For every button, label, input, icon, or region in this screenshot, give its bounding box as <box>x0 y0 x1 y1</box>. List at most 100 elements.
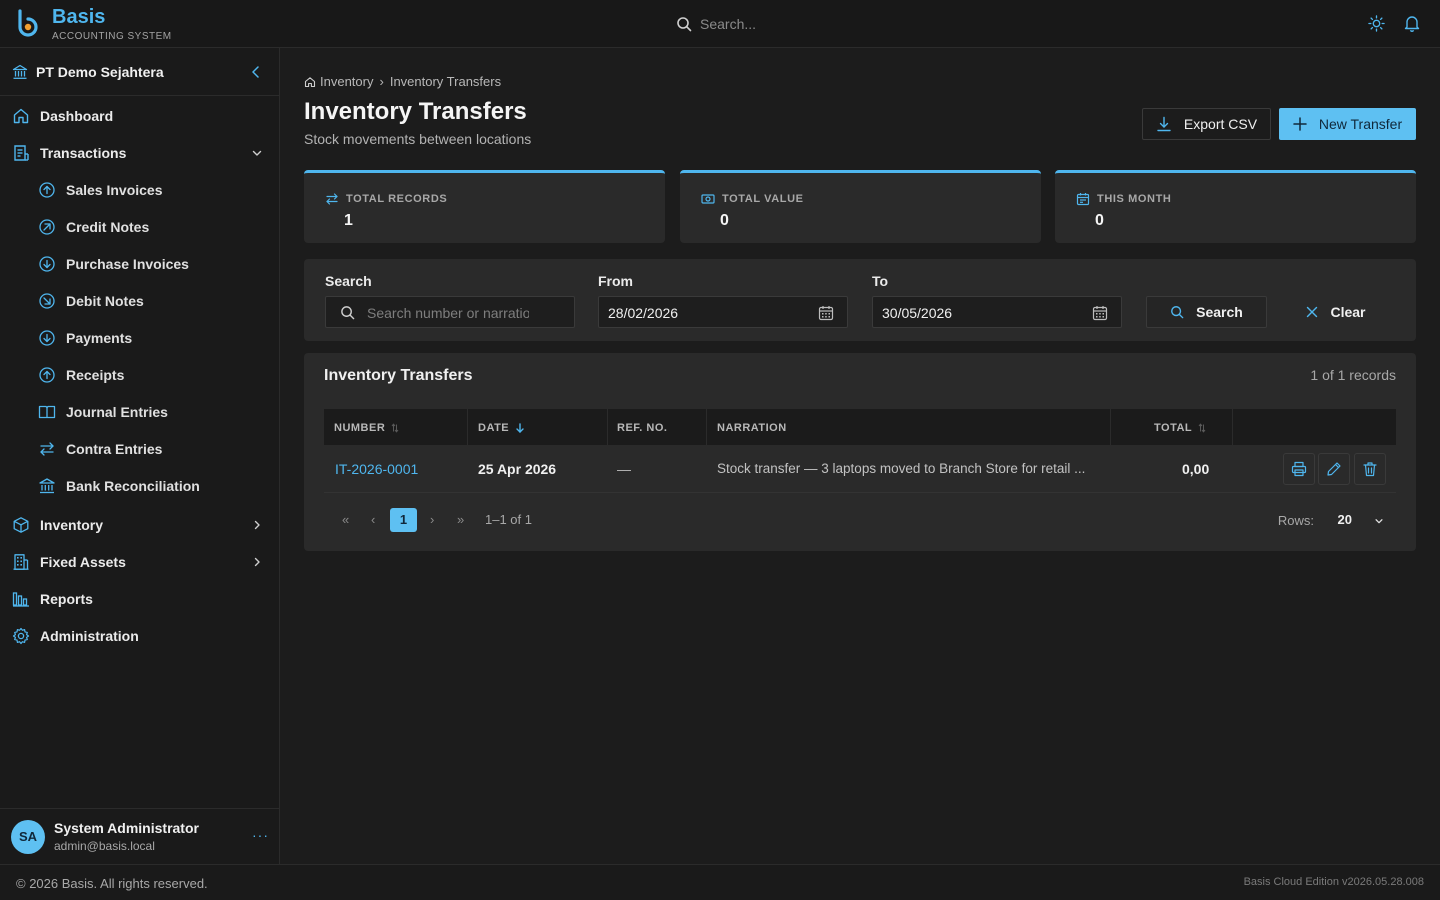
stat-card-total-value: TOTAL VALUE 0 <box>680 170 1041 243</box>
stat-label: TOTAL VALUE <box>722 193 804 205</box>
table-row[interactable]: IT-2026-0001 25 Apr 2026 — Stock transfe… <box>324 445 1396 493</box>
version: Basis Cloud Edition v2026.05.28.008 <box>1243 876 1424 888</box>
table-header: NUMBER DATE REF. NO. NARRATION TOTAL <box>324 409 1396 445</box>
sidebar-item-administration[interactable]: Administration <box>0 619 279 653</box>
sun-icon[interactable] <box>1368 15 1385 32</box>
user-profile[interactable]: SA System Administrator admin@basis.loca… <box>0 808 279 864</box>
column-header-label: DATE <box>478 422 510 434</box>
search-icon <box>676 16 692 32</box>
sidebar-item-debit-notes[interactable]: Debit Notes <box>0 284 279 318</box>
sidebar-item-credit-notes[interactable]: Credit Notes <box>0 210 279 244</box>
sidebar-item-payments[interactable]: Payments <box>0 321 279 355</box>
sidebar-item-label: Payments <box>66 330 133 346</box>
plus-icon <box>1293 117 1307 131</box>
new-transfer-button[interactable]: New Transfer <box>1279 108 1416 140</box>
page-button-1[interactable]: 1 <box>390 508 417 532</box>
column-header-label: REF. NO. <box>617 422 668 434</box>
sidebar-item-label: Purchase Invoices <box>66 256 189 272</box>
sidebar-item-inventory[interactable]: Inventory <box>0 508 279 542</box>
bell-icon[interactable] <box>1404 15 1420 32</box>
search-filter-input[interactable] <box>367 303 529 323</box>
edit-button[interactable] <box>1318 453 1350 485</box>
column-header-label: TOTAL <box>1154 422 1193 434</box>
home-icon <box>12 107 30 125</box>
from-date-field[interactable] <box>598 296 848 328</box>
sidebar-item-label: Journal Entries <box>66 404 168 420</box>
sidebar-item-purchase-invoices[interactable]: Purchase Invoices <box>0 247 279 281</box>
sidebar-item-transactions[interactable]: Transactions <box>0 136 279 170</box>
global-search-input[interactable] <box>700 12 1060 36</box>
sort-icon <box>1198 423 1206 433</box>
page-subtitle: Stock movements between locations <box>304 131 532 147</box>
transfer-total: 0,00 <box>1182 461 1210 477</box>
to-date-label: To <box>872 273 889 289</box>
sidebar-item-label: Inventory <box>40 517 104 533</box>
to-date-field[interactable] <box>872 296 1122 328</box>
delete-button[interactable] <box>1354 453 1386 485</box>
circle-arrow-up-icon <box>38 181 56 199</box>
column-header-total[interactable]: TOTAL <box>1154 422 1206 434</box>
search-filter-field[interactable] <box>325 296 575 328</box>
more-options-icon[interactable]: ··· <box>252 827 269 843</box>
page-title: Inventory Transfers <box>304 98 527 125</box>
calendar-icon[interactable] <box>818 305 834 321</box>
sidebar-item-label: Sales Invoices <box>66 182 163 198</box>
stat-card-this-month: THIS MONTH 0 <box>1055 170 1416 243</box>
prev-page-button[interactable]: ‹ <box>371 512 375 527</box>
export-csv-button[interactable]: Export CSV <box>1142 108 1271 140</box>
sidebar-item-journal-entries[interactable]: Journal Entries <box>0 395 279 429</box>
logo-icon[interactable] <box>16 9 40 37</box>
search-button-label: Search <box>1196 304 1243 320</box>
chevron-right-icon <box>251 519 263 531</box>
copyright: © 2026 Basis. All rights reserved. <box>16 876 208 891</box>
calendar-icon <box>1076 192 1090 206</box>
print-button[interactable] <box>1283 453 1315 485</box>
page-range: 1–1 of 1 <box>485 512 532 527</box>
search-icon <box>1170 305 1184 319</box>
download-icon <box>1156 116 1172 132</box>
sidebar-item-bank-reconciliation[interactable]: Bank Reconciliation <box>0 469 279 503</box>
first-page-button[interactable]: « <box>342 512 349 527</box>
breadcrumb-parent[interactable]: Inventory <box>320 74 373 89</box>
last-page-button[interactable]: » <box>457 512 464 527</box>
sidebar-item-sales-invoices[interactable]: Sales Invoices <box>0 173 279 207</box>
sidebar-item-label: Bank Reconciliation <box>66 478 200 494</box>
search-button[interactable]: Search <box>1146 296 1267 328</box>
transfer-narration: Stock transfer — 3 laptops moved to Bran… <box>717 461 1086 476</box>
close-icon <box>1306 306 1318 318</box>
sidebar-item-dashboard[interactable]: Dashboard <box>0 99 279 133</box>
sidebar-item-reports[interactable]: Reports <box>0 582 279 616</box>
stat-value: 0 <box>1095 212 1104 229</box>
sidebar-item-fixed-assets[interactable]: Fixed Assets <box>0 545 279 579</box>
column-header-number[interactable]: NUMBER <box>334 422 399 434</box>
stat-card-total-records: TOTAL RECORDS 1 <box>304 170 665 243</box>
chevron-down-icon <box>251 147 263 159</box>
home-icon[interactable] <box>304 76 316 88</box>
column-header-narration: NARRATION <box>717 422 787 434</box>
top-bar: Basis ACCOUNTING SYSTEM <box>0 0 1440 48</box>
sidebar-item-contra-entries[interactable]: Contra Entries <box>0 432 279 466</box>
chevron-down-icon[interactable] <box>1374 516 1384 526</box>
next-page-button[interactable]: › <box>430 512 434 527</box>
filter-panel: Search From To Search Clear <box>304 259 1416 341</box>
from-date-input[interactable] <box>608 303 808 323</box>
rows-per-page-select[interactable]: 20 <box>1338 512 1352 527</box>
organization-switcher[interactable]: PT Demo Sejahtera <box>0 48 279 96</box>
stat-label: THIS MONTH <box>1097 193 1172 205</box>
sidebar-item-receipts[interactable]: Receipts <box>0 358 279 392</box>
stat-value: 1 <box>344 212 353 229</box>
bank-icon <box>38 477 56 495</box>
to-date-input[interactable] <box>882 303 1082 323</box>
transfer-number-link[interactable]: IT-2026-0001 <box>335 461 418 477</box>
sidebar-item-label: Dashboard <box>40 108 114 124</box>
search-icon <box>340 305 355 320</box>
clear-button[interactable]: Clear <box>1286 296 1386 328</box>
column-header-ref: REF. NO. <box>617 422 667 434</box>
collapse-sidebar-icon[interactable] <box>250 65 262 79</box>
circle-arrow-up-right-icon <box>38 218 56 236</box>
column-header-date[interactable]: DATE <box>478 422 525 434</box>
calendar-icon[interactable] <box>1092 305 1108 321</box>
book-icon <box>38 403 56 421</box>
search-filter-label: Search <box>325 273 372 289</box>
stat-value: 0 <box>720 212 729 229</box>
